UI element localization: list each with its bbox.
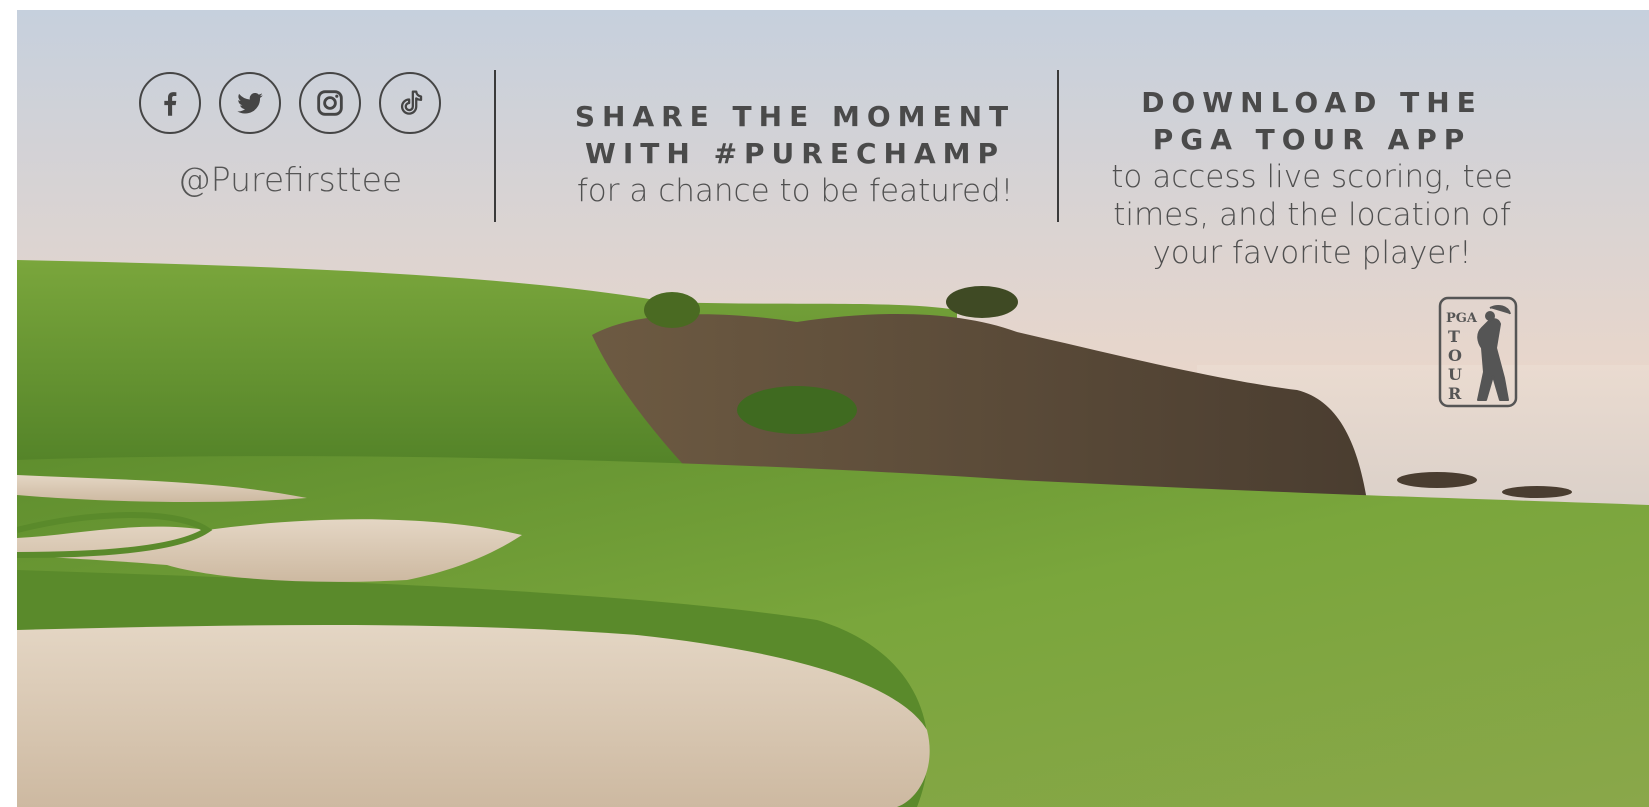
svg-text:T: T bbox=[1448, 327, 1460, 346]
tiktok-icon[interactable] bbox=[379, 72, 441, 134]
promo-banner: @Purefirsttee SHARE THE MOMENT WITH #PUR… bbox=[17, 10, 1649, 807]
social-section: @Purefirsttee bbox=[130, 72, 450, 199]
divider-right bbox=[1057, 70, 1059, 222]
share-headline-line2: WITH #PURECHAMP bbox=[584, 137, 1006, 170]
svg-text:R: R bbox=[1448, 384, 1462, 403]
app-subtext-line3: your favorite player! bbox=[1152, 235, 1472, 271]
share-headline-line1: SHARE THE MOMENT bbox=[574, 100, 1016, 133]
social-icons bbox=[130, 72, 450, 134]
share-subtext: for a chance to be featured! bbox=[576, 173, 1014, 209]
twitter-icon[interactable] bbox=[219, 72, 281, 134]
facebook-icon[interactable] bbox=[139, 72, 201, 134]
social-handle[interactable]: @Purefirsttee bbox=[130, 160, 450, 199]
app-headline-line2: PGA TOUR APP bbox=[1152, 123, 1472, 156]
app-subtext-line1: to access live scoring, tee bbox=[1111, 159, 1513, 195]
app-section: DOWNLOAD THE PGA TOUR APP to access live… bbox=[1102, 84, 1522, 272]
divider-left bbox=[494, 70, 496, 222]
share-section: SHARE THE MOMENT WITH #PURECHAMP for a c… bbox=[530, 98, 1060, 210]
pga-tour-logo[interactable]: PGA T O U R bbox=[1438, 296, 1518, 408]
svg-text:U: U bbox=[1448, 365, 1462, 384]
svg-text:O: O bbox=[1448, 346, 1462, 365]
app-headline-line1: DOWNLOAD THE bbox=[1141, 86, 1483, 119]
instagram-icon[interactable] bbox=[299, 72, 361, 134]
app-subtext-line2: times, and the location of bbox=[1113, 197, 1511, 233]
logo-text-pga: PGA bbox=[1446, 311, 1478, 326]
